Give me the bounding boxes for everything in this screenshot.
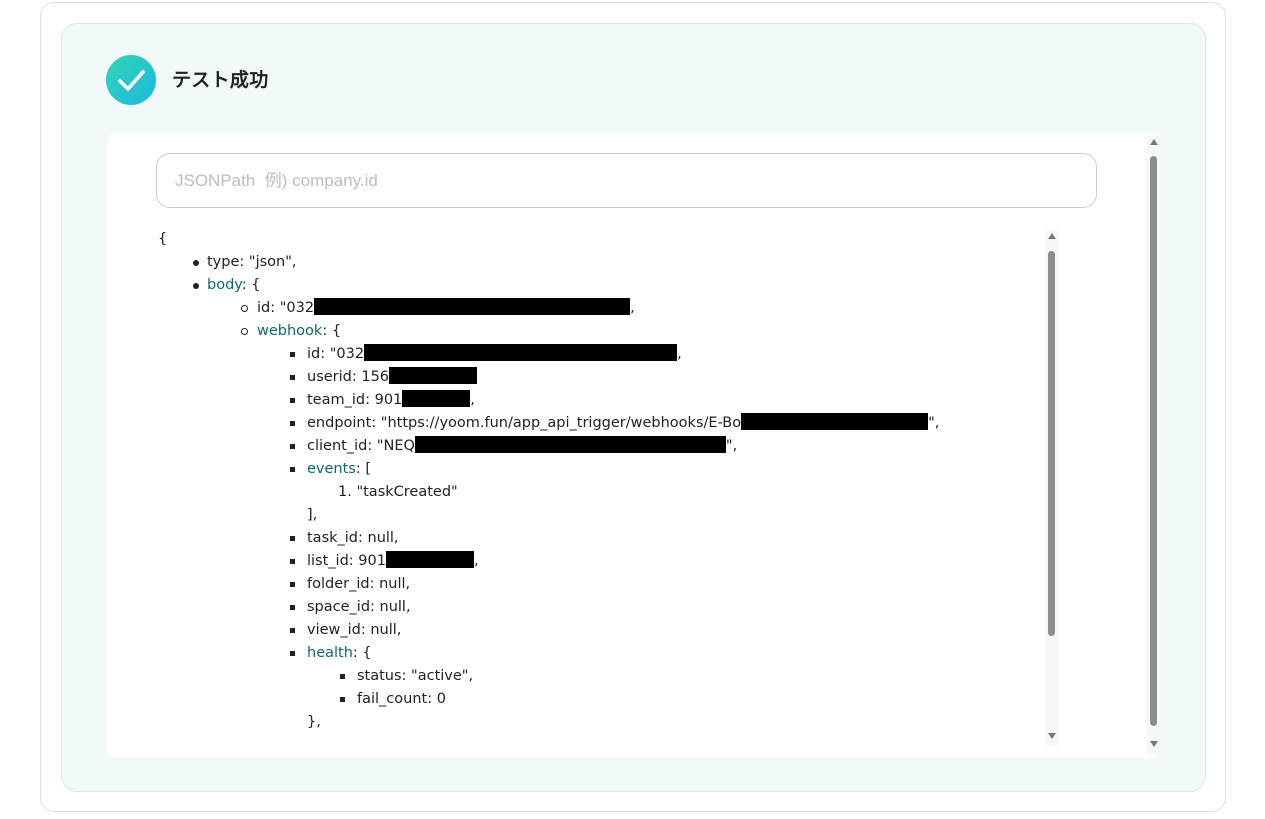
json-line-fail-count: fail_count: 0	[340, 688, 446, 711]
redaction-bar	[385, 551, 474, 568]
json-key-body[interactable]: body	[207, 277, 242, 293]
json-line-webhook: webhook: {	[241, 320, 341, 343]
json-line-events-close: ],	[307, 507, 318, 523]
redaction-bar	[402, 390, 471, 407]
json-key-webhook[interactable]: webhook	[257, 323, 322, 339]
json-line-space-id: space_id: null,	[290, 596, 411, 619]
json-line-events: events: [	[290, 458, 371, 481]
json-line-client-id: client_id: "NEQ ",	[290, 435, 737, 458]
redaction-bar	[741, 413, 929, 430]
json-line-folder-id: folder_id: null,	[290, 573, 410, 596]
json-tree: { type: "json", body: { id: "032, webhoo…	[156, 228, 1036, 748]
json-key-health[interactable]: health	[307, 645, 353, 661]
json-line-events-item: 1. "taskCreated"	[338, 484, 458, 500]
json-scrollbar[interactable]	[1045, 230, 1059, 746]
json-line-task-id: task_id: null,	[290, 527, 399, 550]
scroll-down-arrow-icon[interactable]	[1147, 740, 1160, 752]
json-line-type: type: "json",	[193, 251, 297, 274]
check-icon	[106, 55, 156, 105]
json-line-view-id: view_id: null,	[290, 619, 401, 642]
json-line-health-status: status: "active",	[340, 665, 473, 688]
scroll-up-arrow-icon[interactable]	[1045, 232, 1059, 244]
redaction-bar	[389, 367, 478, 384]
jsonpath-search-input[interactable]	[156, 153, 1097, 208]
json-key-events[interactable]: events	[307, 461, 356, 477]
json-open-brace: {	[158, 231, 168, 247]
redaction-bar	[414, 436, 726, 453]
redaction-bar	[314, 298, 631, 315]
json-line-health: health: {	[290, 642, 372, 665]
json-line-list-id: list_id: 901,	[290, 550, 479, 573]
json-line-health-close: },	[307, 714, 321, 730]
scroll-down-arrow-icon[interactable]	[1045, 732, 1059, 744]
json-line-body: body: {	[193, 274, 261, 297]
json-line-body-id: id: "032,	[241, 297, 635, 320]
json-line-team-id: team_id: 901,	[290, 389, 475, 412]
json-line-userid: userid: 156	[290, 366, 478, 389]
json-scroll-thumb[interactable]	[1048, 251, 1055, 636]
panel-scrollbar[interactable]	[1147, 136, 1160, 754]
json-line-endpoint: endpoint: "https://yoom.fun/app_api_trig…	[290, 412, 939, 435]
scroll-up-arrow-icon[interactable]	[1147, 138, 1160, 150]
json-line-webhook-id: id: "032,	[290, 343, 682, 366]
redaction-bar	[364, 344, 678, 361]
panel-scroll-thumb[interactable]	[1150, 156, 1157, 726]
status-title: テスト成功	[172, 69, 269, 91]
